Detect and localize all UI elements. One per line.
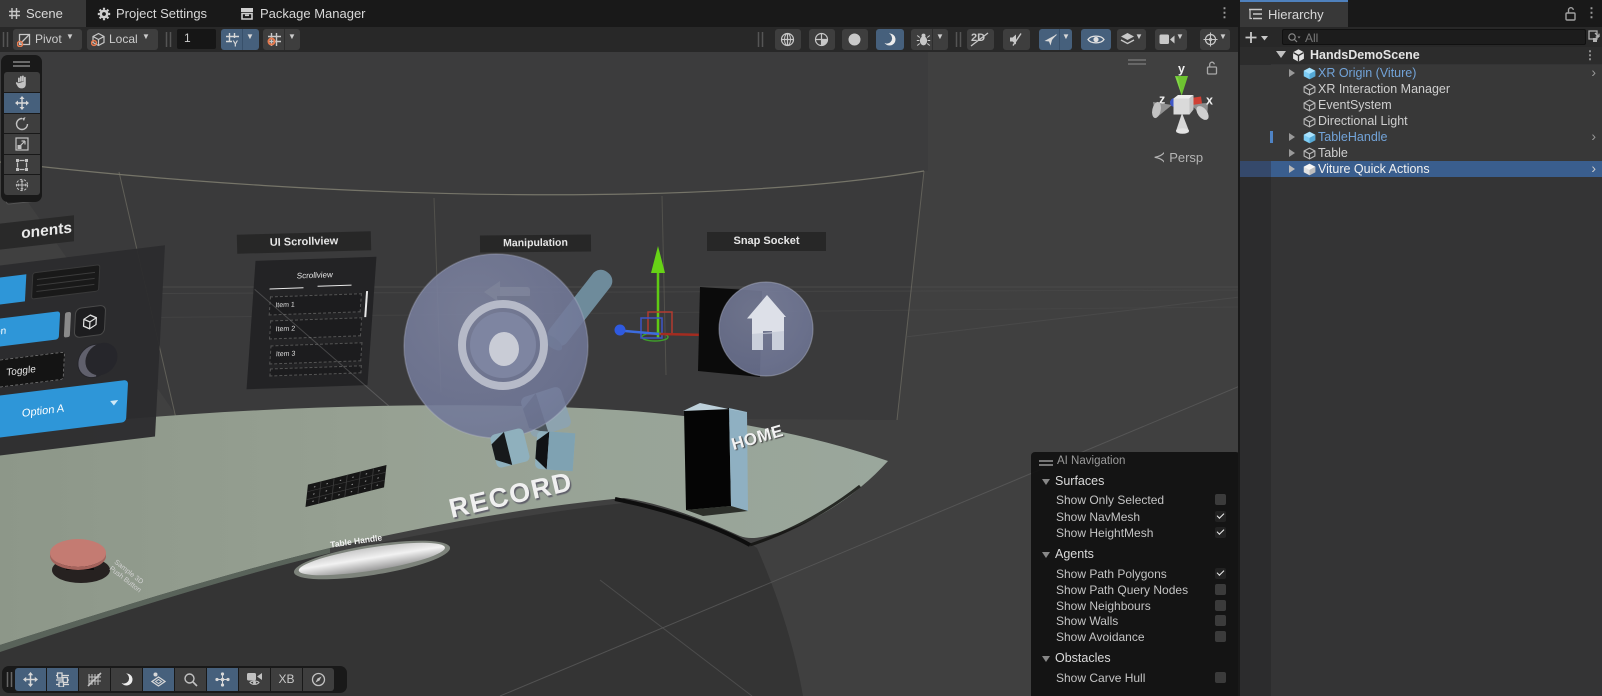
svg-text:x: x [1206, 94, 1213, 108]
svg-text:y: y [1178, 62, 1185, 76]
svg-text:Y: Y [233, 39, 239, 48]
